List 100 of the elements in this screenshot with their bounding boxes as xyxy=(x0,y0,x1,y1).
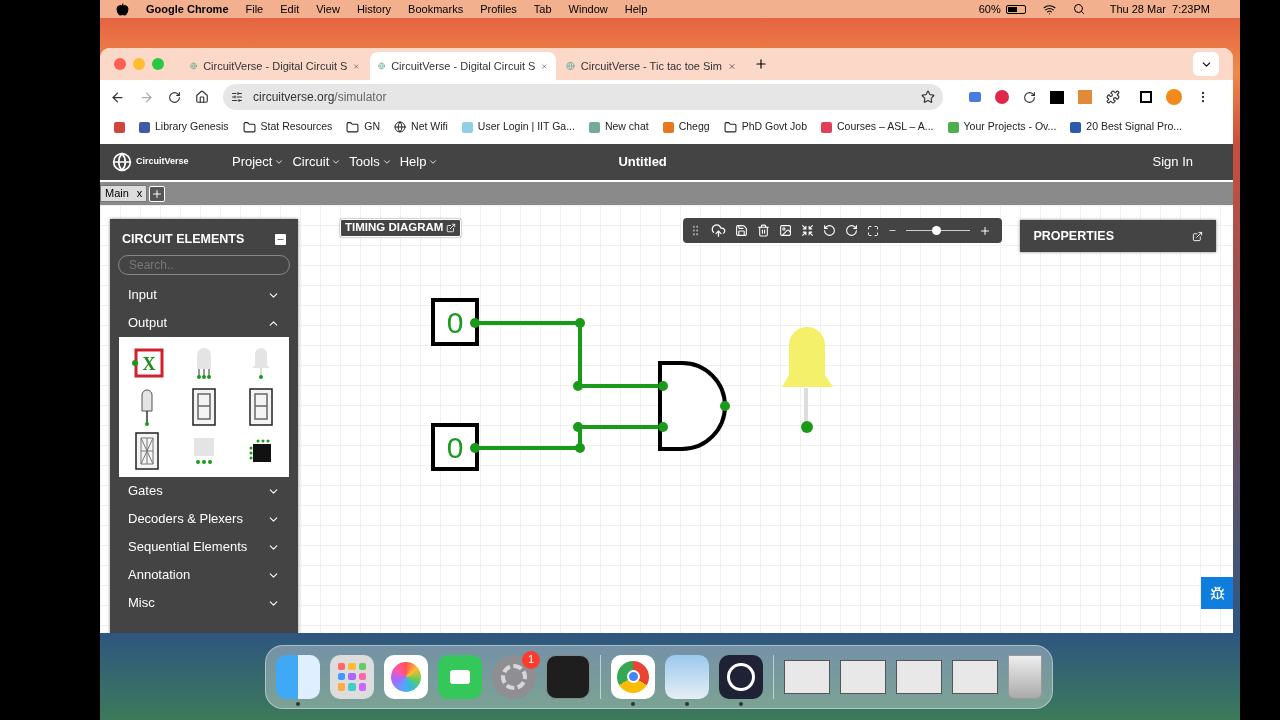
fullscreen-icon[interactable] xyxy=(867,224,880,237)
input-toggle[interactable]: 0 xyxy=(431,423,479,471)
browser-icon[interactable] xyxy=(611,654,655,699)
circuit-tab[interactable]: Main x xyxy=(100,185,148,202)
address-bar[interactable]: circuitverse.org/simulator xyxy=(223,84,943,110)
menu-item[interactable]: Window xyxy=(568,0,608,18)
category-header[interactable]: Output xyxy=(110,309,298,337)
globe-icon xyxy=(378,60,386,72)
category-header[interactable]: Sequential Elements xyxy=(110,533,298,561)
menu-item[interactable]: Edit xyxy=(280,0,300,18)
sync-extension-icon[interactable] xyxy=(1023,90,1036,104)
menu-item[interactable]: View xyxy=(316,0,340,18)
add-circuit-button[interactable] xyxy=(149,185,166,202)
bookmark[interactable]: Chegg xyxy=(662,119,710,135)
close-tab-button[interactable]: x xyxy=(136,185,143,202)
window-thumbnail-icon[interactable] xyxy=(952,659,998,694)
bookmark-star-icon[interactable] xyxy=(921,90,935,104)
stop-sign-icon[interactable] xyxy=(995,90,1009,104)
expand-icon[interactable] xyxy=(1192,230,1204,242)
category-header[interactable]: Annotation xyxy=(110,561,298,589)
delete-icon[interactable] xyxy=(757,224,771,237)
window-thumbnail-icon[interactable] xyxy=(784,659,830,694)
led-matrix-element-icon[interactable] xyxy=(248,439,273,463)
bookmark[interactable]: Net Wifi xyxy=(394,119,448,135)
rgb-led-element-icon[interactable] xyxy=(194,345,214,381)
zoom-slider-thumb[interactable] xyxy=(931,226,941,235)
plus-icon xyxy=(151,187,164,200)
logo-text: CircuitVerse xyxy=(136,155,189,169)
video-camera-icon[interactable] xyxy=(438,654,482,699)
nav-menu[interactable]: Help xyxy=(399,152,439,172)
bookmark[interactable]: Your Projects - Ov... xyxy=(947,119,1057,135)
menu-item[interactable]: Profiles xyxy=(480,0,517,18)
menu-item[interactable]: File xyxy=(245,0,264,18)
seven-segment-display-icon[interactable] xyxy=(248,388,273,426)
bookmark[interactable]: Library Genesis xyxy=(139,119,229,135)
record-icon[interactable] xyxy=(719,654,763,699)
flower-icon[interactable] xyxy=(384,654,428,699)
sign-in-link[interactable]: Sign In xyxy=(1152,152,1193,172)
cloud-upload-icon[interactable] xyxy=(711,223,727,238)
side-panel-icon[interactable] xyxy=(1140,91,1152,103)
browser-tab[interactable]: CircuitVerse - Digital Circuit S xyxy=(182,52,368,80)
redo-icon[interactable] xyxy=(845,224,859,237)
wifi-icon[interactable] xyxy=(1042,2,1056,16)
trash-icon[interactable] xyxy=(1008,654,1042,699)
browser-tab[interactable]: CircuitVerse - Digital Circuit S xyxy=(370,52,556,80)
app-menu[interactable]: Google Chrome xyxy=(146,0,229,18)
notification-badge: 1 xyxy=(522,650,540,669)
zoom-slider[interactable] xyxy=(906,225,971,236)
search-icon[interactable] xyxy=(1072,3,1085,15)
zoom-in-icon[interactable] xyxy=(979,224,992,237)
bookmark[interactable]: PhD Govt Job xyxy=(723,119,807,135)
bookmark[interactable]: Courses – ASL – A... xyxy=(821,119,934,135)
input-toggle[interactable]: 0 xyxy=(431,298,479,346)
bulb-element-icon[interactable] xyxy=(140,387,155,427)
back-icon[interactable] xyxy=(110,89,125,105)
extension-icon[interactable] xyxy=(1050,90,1064,104)
reload-icon[interactable] xyxy=(168,90,181,104)
bookmark[interactable]: Stat Resources xyxy=(242,119,333,135)
nav-menu[interactable]: Tools xyxy=(349,152,392,172)
and-gate[interactable] xyxy=(658,361,730,451)
category-header[interactable]: Gates xyxy=(110,477,298,505)
category-header[interactable]: Decoders & Plexers xyxy=(110,505,298,533)
menu-item[interactable]: Tab xyxy=(533,0,552,18)
battery-icon[interactable] xyxy=(1005,4,1026,14)
expand-icon xyxy=(446,223,457,233)
chevron-down-icon xyxy=(428,157,439,167)
window-thumbnail-icon[interactable] xyxy=(840,659,886,694)
gear-icon[interactable] xyxy=(492,654,536,699)
bookmark[interactable]: New chat xyxy=(588,119,649,135)
bookmark[interactable]: 20 Best Signal Pro... xyxy=(1070,119,1183,135)
category-header[interactable]: Input xyxy=(110,281,298,309)
menu-item[interactable]: Bookmarks xyxy=(408,0,464,18)
category-header[interactable]: Misc xyxy=(110,589,298,617)
undo-icon[interactable] xyxy=(823,224,837,237)
browser-tab[interactable]: CircuitVerse - Tic tac toe Sim xyxy=(558,52,744,80)
nav-menu[interactable]: Project xyxy=(232,152,285,172)
window-thumbnail-icon[interactable] xyxy=(896,659,942,694)
sixteen-segment-display-icon[interactable] xyxy=(135,432,160,470)
site-favicon-icon[interactable] xyxy=(114,121,125,133)
new-tab-icon[interactable] xyxy=(754,57,768,71)
minimize-panel-button[interactable] xyxy=(275,233,286,245)
menu-item[interactable]: Help xyxy=(624,0,648,18)
apple-logo-icon[interactable] xyxy=(116,2,129,16)
image-icon[interactable] xyxy=(779,224,793,237)
extensions-icon[interactable] xyxy=(1106,90,1120,104)
app-grid-icon[interactable] xyxy=(330,654,374,699)
tab-search-button[interactable] xyxy=(1193,52,1219,76)
fit-icon[interactable] xyxy=(801,224,815,237)
bookmark[interactable]: User Login | IIT Ga... xyxy=(461,119,575,135)
bookmark[interactable]: GN xyxy=(346,119,381,135)
report-bug-button[interactable] xyxy=(1201,577,1233,609)
site-settings-icon[interactable] xyxy=(231,91,243,103)
menu-item[interactable]: History xyxy=(356,0,392,18)
home-icon[interactable] xyxy=(195,90,209,104)
save-icon[interactable] xyxy=(735,224,749,237)
seven-segment-display-icon[interactable] xyxy=(192,388,216,426)
nav-menu[interactable]: Circuit xyxy=(292,152,342,172)
timing-diagram-button[interactable]: TIMING DIAGRAM xyxy=(340,219,462,237)
folder-icon xyxy=(723,120,737,134)
square-led-element-icon[interactable] xyxy=(193,436,215,466)
